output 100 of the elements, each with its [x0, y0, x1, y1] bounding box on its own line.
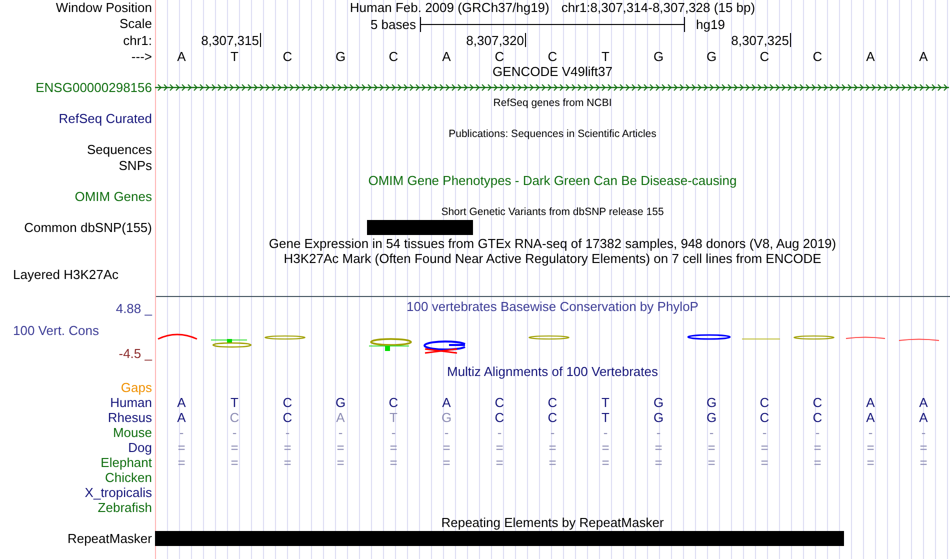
aligned-base: -	[815, 426, 820, 439]
track-label[interactable]: Scale	[119, 17, 152, 30]
base-letter: G	[335, 50, 346, 62]
axis-min: -4.5 _	[118, 347, 152, 360]
track-title: Multiz Alignments of 100 Vertebrates	[446, 365, 658, 378]
aligned-base: =	[442, 441, 450, 454]
ruler-tick: 8,307,315	[201, 33, 261, 47]
assembly-name: hg19	[696, 17, 725, 32]
base-letter: T	[230, 50, 238, 62]
track-label[interactable]: chr1:	[123, 34, 152, 46]
base-letter: A	[442, 50, 451, 62]
ruler-tick: 8,307,325	[731, 33, 791, 47]
track-label[interactable]: Elephant	[100, 456, 152, 469]
track-title: Repeating Elements by RepeatMasker	[441, 516, 664, 530]
base-letter: C	[282, 50, 292, 62]
aligned-base: C	[760, 411, 770, 424]
aligned-base: C	[388, 396, 398, 409]
base-letter: C	[812, 50, 822, 62]
aligned-base: =	[230, 441, 238, 454]
aligned-base: =	[866, 456, 874, 469]
aligned-base: =	[602, 441, 610, 454]
aligned-base: C	[282, 411, 292, 424]
aligned-base: =	[602, 456, 610, 469]
aligned-base: C	[494, 396, 504, 409]
aligned-base: =	[442, 456, 450, 469]
aligned-base: A	[177, 396, 186, 409]
aligned-base: C	[548, 396, 558, 409]
aligned-base: T	[602, 411, 610, 424]
track-title: Gene Expression in 54 tissues from GTEx RNA-seq of 17382 samples, 948 donors (V8, Aug 2019)	[268, 236, 836, 250]
track-label[interactable]: RefSeq Curated	[58, 112, 152, 126]
aligned-base: =	[230, 456, 238, 469]
aligned-base: G	[653, 411, 664, 424]
track-label[interactable]: Sequences	[86, 143, 152, 156]
aligned-base: -	[762, 426, 767, 439]
aligned-base: -	[921, 426, 926, 439]
track-label[interactable]: Chicken	[105, 471, 152, 484]
aligned-base: A	[442, 396, 451, 409]
aligned-base: =	[814, 456, 822, 469]
track-label[interactable]: Dog	[128, 441, 152, 454]
track-label[interactable]: X_tropicalis	[84, 486, 152, 499]
track-label[interactable]: Window Position	[56, 1, 152, 14]
feature-bar[interactable]	[367, 220, 420, 235]
track-label[interactable]: Zebrafish	[98, 501, 152, 514]
aligned-base: =	[814, 441, 822, 454]
aligned-base: =	[866, 441, 874, 454]
base-letter: C	[388, 50, 398, 62]
aligned-base: A	[866, 411, 875, 424]
aligned-base: -	[550, 426, 555, 439]
track-label[interactable]: Mouse	[112, 426, 152, 439]
aligned-base: G	[441, 411, 452, 424]
track-label[interactable]: ENSG00000298156	[36, 81, 152, 94]
aligned-base: =	[336, 456, 344, 469]
track-title: OMIM Gene Phenotypes - Dark Green Can Be Disease-causing	[368, 174, 737, 188]
track-title: H3K27Ac Mark (Often Found Near Active Regulatory Elements) on 7 cell lines from ENCODE	[284, 252, 822, 266]
track-label[interactable]: --->	[131, 50, 152, 62]
aligned-base: T	[230, 396, 238, 409]
aligned-base: C	[812, 411, 822, 424]
aligned-base: =	[548, 441, 556, 454]
aligned-base: =	[178, 456, 186, 469]
aligned-base: =	[336, 441, 344, 454]
gene-model-drawing[interactable]	[155, 83, 949, 92]
track-title: GENCODE V49lift37	[492, 65, 612, 78]
aligned-base: =	[920, 456, 928, 469]
track-label[interactable]: OMIM Genes	[74, 190, 152, 203]
track-label[interactable]: Human	[110, 396, 152, 409]
base-letter: G	[706, 50, 717, 62]
aligned-base: A	[866, 396, 875, 409]
base-letter: G	[653, 50, 664, 62]
base-letter: A	[919, 50, 928, 62]
aligned-base: -	[285, 426, 290, 439]
feature-bar[interactable]	[420, 220, 473, 235]
aligned-base: -	[709, 426, 714, 439]
aligned-base: =	[284, 456, 292, 469]
base-letter: T	[602, 50, 610, 62]
track-label[interactable]: Layered H3K27Ac	[13, 268, 119, 281]
aligned-base: T	[390, 411, 398, 424]
feature-bar[interactable]	[155, 531, 208, 546]
track-label[interactable]: Common dbSNP(155)	[24, 221, 152, 234]
aligned-base: G	[653, 396, 664, 409]
track-label[interactable]: Rhesus	[108, 411, 152, 424]
track-label[interactable]: 100 Vert. Cons	[13, 323, 99, 338]
aligned-base: =	[548, 456, 556, 469]
aligned-base: C	[282, 396, 292, 409]
aligned-base: -	[868, 426, 873, 439]
track-label[interactable]: RepeatMasker	[67, 532, 152, 545]
axis-max: 4.88 _	[116, 302, 152, 315]
aligned-base: =	[284, 441, 292, 454]
aligned-base: G	[706, 396, 717, 409]
aligned-base: -	[338, 426, 343, 439]
aligned-base: =	[496, 441, 504, 454]
aligned-base: -	[232, 426, 237, 439]
aligned-base: G	[335, 396, 346, 409]
track-label[interactable]: SNPs	[118, 158, 152, 172]
aligned-base: A	[336, 411, 345, 424]
aligned-base: =	[178, 441, 186, 454]
aligned-base: G	[706, 411, 717, 424]
feature-bar[interactable]	[791, 531, 844, 546]
aligned-base: =	[654, 441, 662, 454]
aligned-base: A	[919, 411, 928, 424]
base-letter: A	[866, 50, 875, 62]
